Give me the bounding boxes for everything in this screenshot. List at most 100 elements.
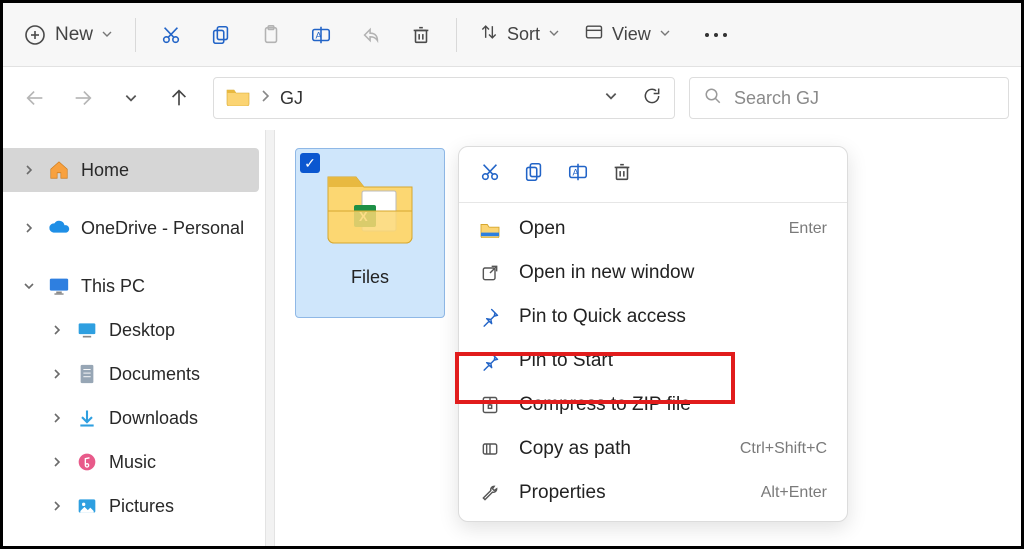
folder-thumbnail-icon: X: [322, 167, 418, 245]
sidebar-item-label: Documents: [109, 364, 200, 385]
ctx-item-open[interactable]: Open Enter: [459, 207, 847, 251]
pictures-icon: [75, 497, 99, 515]
ctx-item-compress-zip[interactable]: Compress to ZIP file: [459, 383, 847, 427]
copy-path-icon: [479, 439, 501, 459]
search-placeholder: Search GJ: [734, 88, 819, 109]
copy-button[interactable]: [198, 18, 244, 52]
ctx-item-label: Pin to Quick access: [519, 306, 686, 328]
chevron-right-icon: [49, 500, 65, 512]
sidebar-item-home[interactable]: Home: [3, 148, 259, 192]
view-label: View: [612, 24, 651, 45]
share-button[interactable]: [348, 18, 394, 52]
sort-label: Sort: [507, 24, 540, 45]
rename-button[interactable]: A: [298, 18, 344, 52]
chevron-right-icon: [49, 368, 65, 380]
ctx-item-properties[interactable]: Properties Alt+Enter: [459, 471, 847, 515]
view-icon: [584, 22, 604, 47]
context-menu: A Open Enter Open in new window Pin to Q…: [458, 146, 848, 522]
back-button[interactable]: [15, 87, 55, 109]
ctx-rename-button[interactable]: A: [567, 161, 589, 188]
ctx-item-label: Properties: [519, 482, 606, 504]
sidebar-item-label: This PC: [81, 276, 145, 297]
refresh-button[interactable]: [642, 86, 662, 111]
open-new-window-icon: [479, 263, 501, 283]
open-folder-icon: [479, 220, 501, 238]
onedrive-icon: [47, 220, 71, 236]
plus-circle-icon: [23, 23, 47, 47]
search-input[interactable]: Search GJ: [689, 77, 1009, 119]
downloads-icon: [75, 408, 99, 428]
forward-button[interactable]: [63, 87, 103, 109]
ctx-item-copy-path[interactable]: Copy as path Ctrl+Shift+C: [459, 427, 847, 471]
chevron-down-icon: [548, 26, 560, 44]
paste-button[interactable]: [248, 18, 294, 52]
new-button[interactable]: New: [13, 17, 123, 53]
ctx-item-pin-start[interactable]: Pin to Start: [459, 339, 847, 383]
chevron-right-icon: [49, 324, 65, 336]
sidebar-item-label: Home: [81, 160, 129, 181]
music-icon: [75, 452, 99, 472]
ctx-cut-button[interactable]: [479, 161, 501, 188]
documents-icon: [75, 364, 99, 384]
cut-button[interactable]: [148, 18, 194, 52]
sidebar-item-music[interactable]: Music: [3, 440, 265, 484]
monitor-icon: [47, 276, 71, 296]
sidebar-item-downloads[interactable]: Downloads: [3, 396, 265, 440]
sidebar-item-label: Music: [109, 452, 156, 473]
home-icon: [47, 159, 71, 181]
ctx-item-label: Copy as path: [519, 438, 631, 460]
new-label: New: [55, 24, 93, 46]
sidebar-item-desktop[interactable]: Desktop: [3, 308, 265, 352]
sidebar-item-documents[interactable]: Documents: [3, 352, 265, 396]
sidebar-item-label: Downloads: [109, 408, 198, 429]
chevron-right-icon: [21, 164, 37, 176]
sidebar-item-label: Pictures: [109, 496, 174, 517]
selection-checkmark-icon: ✓: [300, 153, 320, 173]
breadcrumb-chevron-icon: [260, 89, 270, 108]
sidebar-item-pictures[interactable]: Pictures: [3, 484, 265, 528]
file-item-label: Files: [351, 267, 389, 288]
breadcrumb-current[interactable]: GJ: [280, 88, 303, 109]
address-dropdown-button[interactable]: [604, 89, 618, 108]
properties-icon: [479, 483, 501, 503]
svg-text:A: A: [316, 30, 323, 40]
more-button[interactable]: [691, 24, 741, 46]
zip-icon: [479, 395, 501, 415]
navigation-bar: GJ Search GJ: [3, 67, 1021, 129]
sidebar-item-thispc[interactable]: This PC: [3, 264, 265, 308]
ctx-item-label: Open: [519, 218, 565, 240]
address-bar[interactable]: GJ: [213, 77, 675, 119]
chevron-down-icon: [659, 26, 671, 44]
ctx-item-pin-quick-access[interactable]: Pin to Quick access: [459, 295, 847, 339]
up-button[interactable]: [159, 87, 199, 109]
navigation-pane: Home OneDrive - Personal This PC: [3, 130, 265, 546]
sort-button[interactable]: Sort: [469, 16, 570, 53]
folder-icon: [226, 86, 250, 111]
chevron-down-icon: [21, 281, 37, 291]
pane-divider[interactable]: [265, 130, 275, 546]
sidebar-item-label: OneDrive - Personal: [81, 218, 244, 239]
pin-icon: [479, 307, 501, 327]
ctx-item-label: Compress to ZIP file: [519, 394, 691, 416]
ctx-item-open-new-window[interactable]: Open in new window: [459, 251, 847, 295]
sidebar-item-onedrive[interactable]: OneDrive - Personal: [3, 206, 265, 250]
separator: [135, 18, 136, 52]
chevron-right-icon: [21, 222, 37, 234]
chevron-right-icon: [49, 456, 65, 468]
command-bar: New A Sort View: [3, 3, 1021, 67]
chevron-down-icon: [101, 24, 113, 46]
separator: [456, 18, 457, 52]
delete-button[interactable]: [398, 18, 444, 52]
ctx-copy-button[interactable]: [523, 161, 545, 188]
view-button[interactable]: View: [574, 16, 681, 53]
ctx-delete-button[interactable]: [611, 161, 633, 188]
ctx-item-label: Open in new window: [519, 262, 694, 284]
chevron-right-icon: [49, 412, 65, 424]
file-item-files[interactable]: ✓ X Files: [295, 148, 445, 318]
pin-icon: [479, 351, 501, 371]
svg-text:A: A: [573, 168, 580, 178]
ctx-item-shortcut: Ctrl+Shift+C: [740, 440, 827, 458]
menu-separator: [459, 202, 847, 203]
sort-icon: [479, 22, 499, 47]
recent-locations-button[interactable]: [111, 91, 151, 105]
